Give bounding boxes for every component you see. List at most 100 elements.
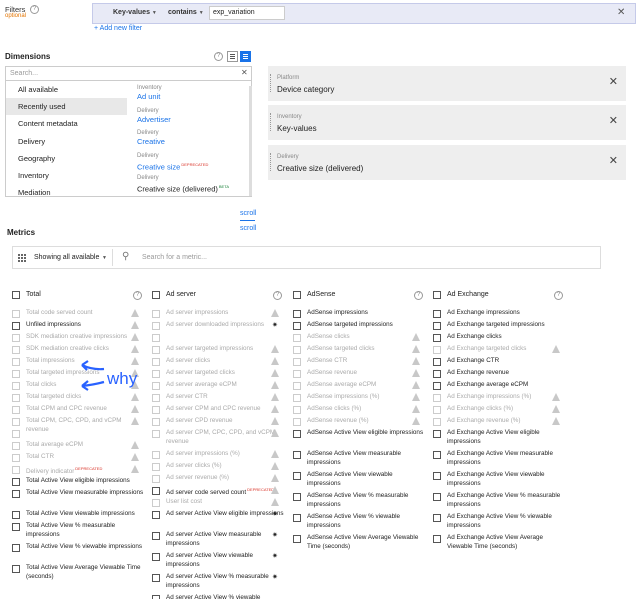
columns-view-icon[interactable] [240,51,251,62]
selected-dimension-card[interactable]: Inventory Key-values ✕ [268,105,626,140]
metric-checkbox[interactable] [433,334,441,342]
clear-icon[interactable]: ✕ [241,68,248,77]
metric-checkbox[interactable] [433,358,441,366]
dimension-category-item[interactable]: All available [6,81,127,98]
dimension-category-item[interactable]: Recently used [6,98,127,116]
metric-checkbox[interactable] [12,511,20,519]
metric-checkbox[interactable] [293,310,301,318]
drag-handle-icon[interactable] [270,74,272,92]
metric-row[interactable]: Ad server code served countDEPRECATED [152,485,287,497]
help-icon[interactable]: ? [414,291,423,300]
metric-checkbox[interactable] [293,451,301,459]
metric-row[interactable]: Total Active View % viewable impressions [12,542,147,563]
metric-row[interactable]: Ad Exchange CTR [433,356,568,368]
metric-checkbox[interactable] [433,370,441,378]
metric-checkbox[interactable] [293,472,301,480]
dimension-item[interactable]: Inventory Ad unit [137,85,249,108]
dimension-category-item[interactable]: Mediation [6,184,127,201]
metric-row[interactable]: Total Active View measurable impressions [12,488,147,509]
metric-checkbox[interactable] [433,430,441,438]
metric-row[interactable]: Ad server Active View % measurable impre… [152,572,287,593]
metric-checkbox[interactable] [293,493,301,501]
close-icon[interactable]: ✕ [617,7,625,18]
metric-row[interactable]: Ad server Active View measurable impress… [152,530,287,551]
metric-row[interactable]: Unfiled impressions [12,320,147,332]
dimension-category-item[interactable]: Inventory [6,167,127,184]
metric-checkbox[interactable] [152,532,160,540]
metric-checkbox[interactable] [433,382,441,390]
metric-checkbox[interactable] [433,472,441,480]
metric-row[interactable]: Ad Exchange targeted impressions [433,320,568,332]
metric-row[interactable]: Ad Exchange Active View Average Viewable… [433,533,568,554]
help-icon[interactable]: ? [214,52,223,61]
metric-row[interactable]: Total Active View eligible impressions [12,476,147,488]
metric-checkbox[interactable] [12,523,20,531]
dimension-search-input[interactable]: Search... [6,67,251,81]
metric-row[interactable]: Ad Exchange revenue [433,368,568,380]
metric-checkbox[interactable] [293,535,301,543]
metric-checkbox[interactable] [12,565,20,573]
metric-row[interactable]: Ad Exchange Active View viewable impress… [433,470,568,491]
metric-row[interactable]: Ad Exchange average eCPM [433,380,568,392]
metric-row[interactable]: Total Active View Average Viewable Time … [12,563,147,584]
help-icon[interactable]: ? [133,291,142,300]
metric-checkbox[interactable] [433,514,441,522]
metric-checkbox[interactable] [293,430,301,438]
metric-row[interactable]: Ad Exchange Active View % viewable impre… [433,512,568,533]
metric-row[interactable]: Total Active View viewable impressions [12,509,147,521]
selected-dimension-card[interactable]: Platform Device category ✕ [268,66,626,101]
scroll-link[interactable]: scroll [240,225,256,232]
filter-operator-dropdown[interactable]: contains ▼ [168,9,204,16]
select-all-checkbox[interactable] [433,291,441,299]
help-icon[interactable]: ? [273,291,282,300]
metric-checkbox[interactable] [152,511,160,519]
metric-row[interactable]: Ad server Active View viewable impressio… [152,551,287,572]
filter-key-dropdown[interactable]: Key-values ▼ [113,9,157,16]
show-filter-dropdown[interactable]: Showing all available [34,254,99,261]
metric-row[interactable]: AdSense Active View eligible impressions [293,428,428,449]
dimension-item[interactable]: Delivery Creative size (delivered)BETA [137,175,249,198]
metric-row[interactable]: AdSense Active View measurable impressio… [293,449,428,470]
metric-row[interactable]: Ad Exchange Active View measurable impre… [433,449,568,470]
drag-handle-icon[interactable] [270,153,272,171]
metric-row[interactable]: AdSense Active View % measurable impress… [293,491,428,512]
metric-row[interactable]: Ad Exchange Active View % measurable imp… [433,491,568,512]
remove-icon[interactable]: ✕ [609,114,618,127]
metric-checkbox[interactable] [12,322,20,330]
help-icon[interactable]: ? [30,5,39,14]
metric-search-input[interactable]: Search for a metric... [142,254,207,261]
metric-row[interactable]: AdSense impressions [293,308,428,320]
drag-handle-icon[interactable] [270,113,272,131]
dimension-category-item[interactable]: Content metadata [6,115,127,132]
metric-checkbox[interactable] [152,487,160,495]
select-all-checkbox[interactable] [293,291,301,299]
list-view-icon[interactable] [227,51,238,62]
metric-row[interactable]: Ad server Active View eligible impressio… [152,509,287,530]
dimension-category-item[interactable]: Geography [6,150,127,167]
metric-row[interactable]: Total Active View % measurable impressio… [12,521,147,542]
metric-checkbox[interactable] [152,574,160,582]
metric-checkbox[interactable] [293,322,301,330]
metric-checkbox[interactable] [152,553,160,561]
help-icon[interactable]: ? [554,291,563,300]
metric-checkbox[interactable] [433,535,441,543]
metric-row[interactable]: AdSense Active View % viewable impressio… [293,512,428,533]
filter-value-input[interactable]: exp_variation [209,6,285,20]
select-all-checkbox[interactable] [152,291,160,299]
metric-checkbox[interactable] [433,451,441,459]
dimension-scrollbar[interactable] [249,86,252,196]
dimension-category-item[interactable]: Delivery [6,133,127,150]
metric-checkbox[interactable] [293,514,301,522]
scroll-link[interactable]: scroll [240,210,256,217]
selected-dimension-card[interactable]: Delivery Creative size (delivered) ✕ [268,145,626,180]
metric-row[interactable]: Ad Exchange impressions [433,308,568,320]
remove-icon[interactable]: ✕ [609,75,618,88]
metric-checkbox[interactable] [433,310,441,318]
dimension-item[interactable]: Delivery Creative [137,130,249,153]
metric-row[interactable]: Ad server Active View % viewable [152,593,287,599]
metric-row[interactable]: AdSense targeted impressions [293,320,428,332]
metric-checkbox[interactable] [12,544,20,552]
metric-checkbox[interactable] [433,322,441,330]
metric-row[interactable]: Ad Exchange Active View eligible impress… [433,428,568,449]
chevron-down-icon[interactable]: ▼ [102,255,107,261]
